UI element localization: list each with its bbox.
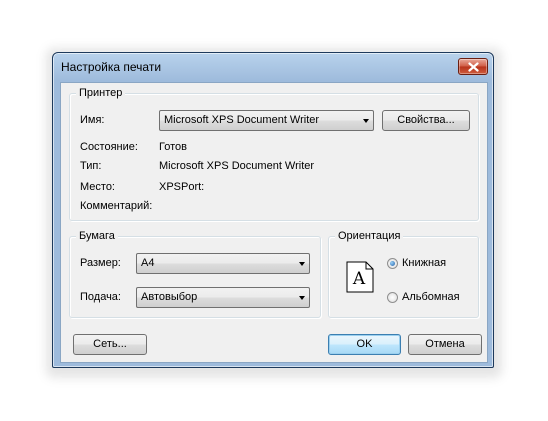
portrait-radio[interactable] xyxy=(387,258,398,269)
type-label: Тип: xyxy=(80,160,102,172)
properties-button[interactable]: Свойства... xyxy=(382,110,470,131)
paper-group-label: Бумага xyxy=(76,229,118,243)
landscape-radio[interactable] xyxy=(387,292,398,303)
close-button[interactable] xyxy=(458,58,488,75)
paper-size-label: Размер: xyxy=(80,257,121,269)
title-bar[interactable]: Настройка печати xyxy=(53,53,493,81)
portrait-page-icon: A xyxy=(346,261,374,293)
dialog-title: Настройка печати xyxy=(61,60,162,74)
orientation-group-label: Ориентация xyxy=(335,229,404,243)
type-value: Microsoft XPS Document Writer xyxy=(159,160,315,172)
status-value: Готов xyxy=(159,141,187,153)
status-label: Состояние: xyxy=(80,141,138,153)
cancel-button[interactable]: Отмена xyxy=(408,334,482,355)
chevron-down-icon xyxy=(299,262,305,266)
landscape-label[interactable]: Альбомная xyxy=(402,290,460,304)
dialog-body: Принтер Имя: Microsoft XPS Document Writ… xyxy=(60,82,488,363)
network-button[interactable]: Сеть... xyxy=(73,334,147,355)
print-setup-dialog: Настройка печати Принтер Имя: Microsoft … xyxy=(52,52,494,368)
paper-size-value: A4 xyxy=(141,257,155,269)
ok-button[interactable]: OK xyxy=(328,334,401,355)
paper-group: Бумага Размер: A4 Подача: Автовыбор xyxy=(69,229,321,318)
printer-name-value: Microsoft XPS Document Writer xyxy=(164,114,320,126)
close-icon xyxy=(468,62,479,72)
chevron-down-icon xyxy=(299,296,305,300)
where-label: Место: xyxy=(80,181,115,193)
where-value: XPSPort: xyxy=(159,181,205,193)
paper-size-dropdown[interactable]: A4 xyxy=(136,253,310,274)
comment-label: Комментарий: xyxy=(80,200,153,212)
paper-source-value: Автовыбор xyxy=(141,291,198,303)
page-preview-letter: A xyxy=(352,269,366,289)
printer-group: Принтер Имя: Microsoft XPS Document Writ… xyxy=(69,86,479,221)
chevron-down-icon xyxy=(363,119,369,123)
orientation-group: Ориентация A Книжная Альбомная xyxy=(328,229,479,318)
portrait-label[interactable]: Книжная xyxy=(402,256,446,270)
printer-name-label: Имя: xyxy=(80,114,105,126)
printer-name-dropdown[interactable]: Microsoft XPS Document Writer xyxy=(159,110,374,131)
paper-source-dropdown[interactable]: Автовыбор xyxy=(136,287,310,308)
printer-group-label: Принтер xyxy=(76,86,126,100)
paper-source-label: Подача: xyxy=(80,291,121,303)
